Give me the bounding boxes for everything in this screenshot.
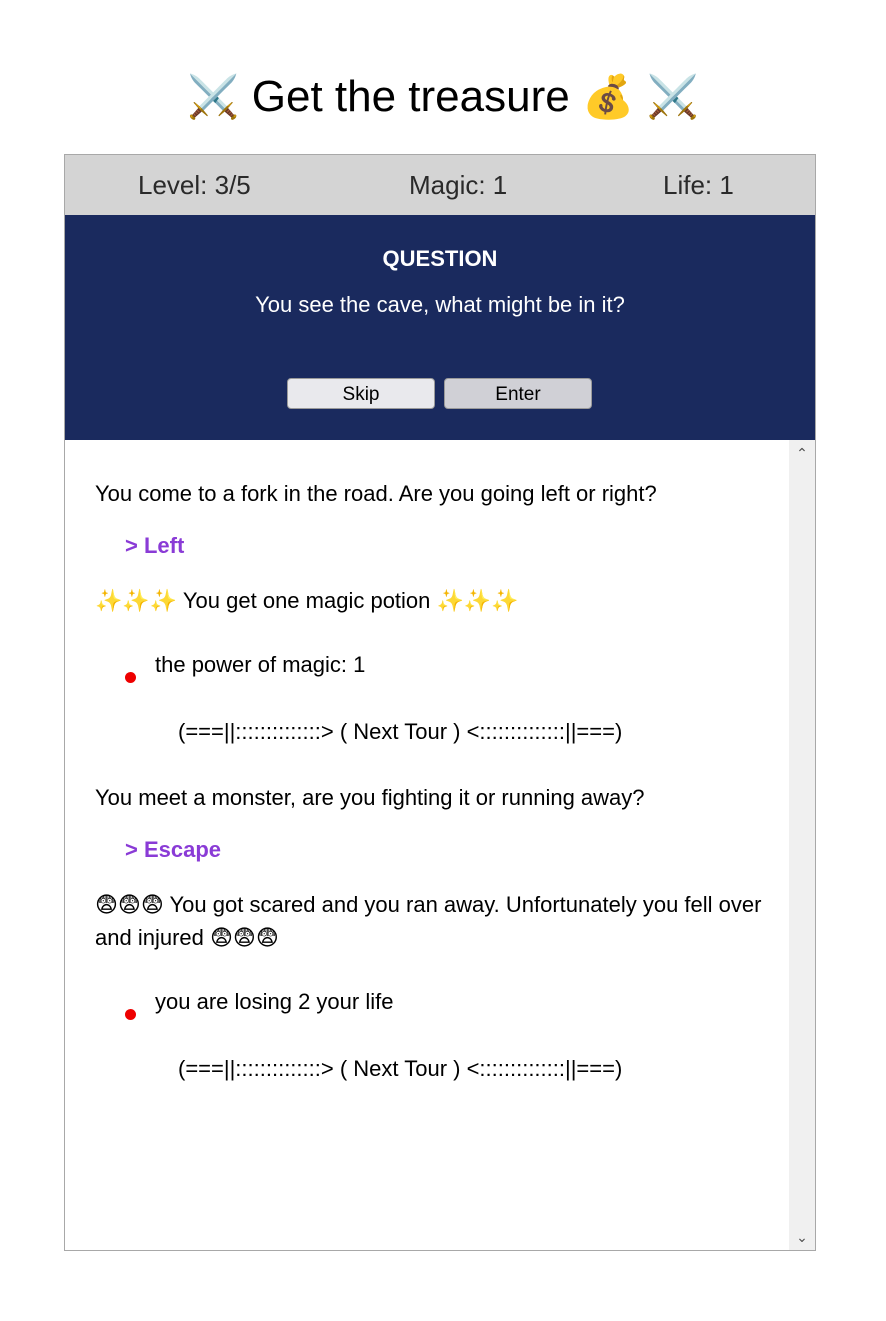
page-title: ⚔️ Get the treasure 💰 ⚔️ — [0, 66, 886, 128]
game-panel: Level: 3/5 Magic: 1 Life: 1 QUESTION You… — [64, 154, 816, 1251]
fearful-face-icon: 😨😨😨 — [95, 893, 164, 918]
story-prompt: You meet a monster, are you fighting it … — [95, 785, 645, 810]
bullet-icon — [125, 672, 136, 683]
story-choice: > Escape — [125, 837, 222, 862]
title-text: Get the treasure — [251, 72, 570, 121]
story-prompt: You come to a fork in the road. Are you … — [95, 481, 657, 506]
next-tour-divider: (===||::::::::::::::> ( Next Tour ) <:::… — [178, 719, 623, 744]
scroll-up-icon[interactable]: ⌃ — [789, 440, 815, 466]
money-bag-icon: 💰 — [581, 72, 635, 121]
level-stat: Level: 3/5 — [138, 170, 251, 200]
story-effect: you are losing 2 your life — [155, 989, 394, 1014]
story-choice: > Left — [125, 533, 185, 558]
question-panel: QUESTION You see the cave, what might be… — [65, 215, 815, 440]
question-heading: QUESTION — [382, 246, 498, 271]
bullet-icon — [125, 1009, 136, 1020]
story-effect: the power of magic: 1 — [155, 652, 366, 677]
fearful-face-icon: 😨😨😨 — [210, 926, 279, 951]
story-result: 😨😨😨 You got scared and you ran away. Unf… — [95, 889, 775, 955]
sparkles-icon: ✨✨✨ — [95, 589, 178, 614]
life-stat: Life: 1 — [663, 170, 734, 200]
next-tour-divider: (===||::::::::::::::> ( Next Tour ) <:::… — [178, 1056, 623, 1081]
story-result-text: You get one magic potion — [182, 588, 431, 613]
story-log[interactable]: You come to a fork in the road. Are you … — [65, 440, 789, 1250]
story-result-text: You got scared and you ran away. Unfortu… — [95, 892, 762, 950]
magic-stat: Magic: 1 — [409, 170, 508, 200]
question-text: You see the cave, what might be in it? — [255, 292, 625, 317]
stats-bar: Level: 3/5 Magic: 1 Life: 1 — [65, 155, 815, 215]
skip-button[interactable]: Skip — [287, 378, 435, 409]
story-result: ✨✨✨ You get one magic potion ✨✨✨ — [95, 585, 775, 618]
scroll-down-icon[interactable]: ⌄ — [789, 1224, 815, 1250]
story-scrollbar[interactable]: ⌃ ⌄ — [789, 440, 815, 1250]
sparkles-icon: ✨✨✨ — [436, 589, 519, 614]
crossed-swords-icon: ⚔️ — [646, 72, 699, 121]
enter-button[interactable]: Enter — [444, 378, 592, 409]
crossed-swords-icon: ⚔️ — [187, 72, 240, 121]
